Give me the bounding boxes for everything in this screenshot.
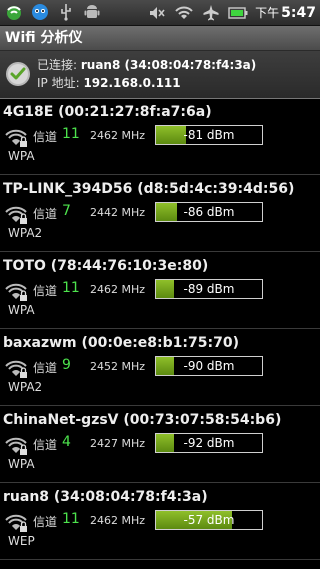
frequency: 2462 MHz [90, 129, 146, 142]
network-item[interactable]: TOTO (78:44:76:10:3e:80) 信道 11 2462 MHz … [0, 252, 320, 329]
signal-strength: -86 dBm [183, 205, 235, 219]
clock-ampm: 下午 [255, 6, 280, 20]
channel-number: 4 [62, 434, 71, 450]
security-type: WPA [8, 149, 35, 163]
security-type: WPA2 [8, 380, 43, 394]
usb-icon [56, 2, 76, 22]
signal-strength: -90 dBm [183, 359, 235, 373]
frequency: 2452 MHz [90, 360, 146, 373]
security-type: WPA2 [8, 226, 43, 240]
wifi-lock-icon [5, 514, 27, 532]
security-type: WPA [8, 457, 35, 471]
channel-number: 11 [62, 126, 80, 142]
channel-label: 信道 [33, 284, 58, 298]
signal-meter: -86 dBm [155, 202, 263, 222]
network-ssid: ruan8 (34:08:04:78:f4:3a) [3, 489, 208, 505]
channel-label: 信道 [33, 361, 58, 375]
android-debug-icon [82, 2, 102, 22]
connected-check-icon [6, 62, 30, 86]
signal-strength: -92 dBm [183, 436, 235, 450]
app-title: Wifi 分析仪 [0, 26, 320, 51]
network-ssid: 4G18E (00:21:27:8f:a7:6a) [3, 104, 212, 120]
wifi-lock-icon [5, 129, 27, 147]
channel-label: 信道 [33, 515, 58, 529]
channel-label: 信道 [33, 207, 58, 221]
wifi-lock-icon [5, 283, 27, 301]
channel-number: 11 [62, 280, 80, 296]
signal-meter: -92 dBm [155, 433, 263, 453]
connection-info: 已连接: ruan8 (34:08:04:78:f4:3a) IP 地址: 19… [0, 51, 320, 99]
channel-number: 11 [62, 511, 80, 527]
security-type: WPA [8, 303, 35, 317]
network-ssid: ChinaNet-gzsV (00:73:07:58:54:b6) [3, 412, 282, 428]
channel-label: 信道 [33, 438, 58, 452]
signal-meter: -57 dBm [155, 510, 263, 530]
wifi-lock-icon [5, 206, 27, 224]
network-list[interactable]: 4G18E (00:21:27:8f:a7:6a) 信道 11 2462 MHz… [0, 98, 320, 560]
network-item[interactable]: TP-LINK_394D56 (d8:5d:4c:39:4d:56) 信道 7 … [0, 175, 320, 252]
status-bar: 下午 5:47 [0, 0, 320, 26]
connected-network: ruan8 (34:08:04:78:f4:3a) [80, 58, 257, 72]
wifi-lock-icon [5, 437, 27, 455]
wifi-app-notification-icon[interactable] [4, 2, 24, 22]
network-ssid: TP-LINK_394D56 (d8:5d:4c:39:4d:56) [3, 181, 295, 197]
network-item[interactable]: ruan8 (34:08:04:78:f4:3a) 信道 11 2462 MHz… [0, 483, 320, 560]
frequency: 2462 MHz [90, 283, 146, 296]
status-clock: 下午 5:47 [255, 4, 316, 21]
signal-meter: -89 dBm [155, 279, 263, 299]
chat-app-notification-icon[interactable] [30, 2, 50, 22]
frequency: 2442 MHz [90, 206, 146, 219]
network-item[interactable]: 4G18E (00:21:27:8f:a7:6a) 信道 11 2462 MHz… [0, 98, 320, 175]
network-item[interactable]: ChinaNet-gzsV (00:73:07:58:54:b6) 信道 4 2… [0, 406, 320, 483]
signal-meter: -90 dBm [155, 356, 263, 376]
battery-icon [228, 3, 248, 23]
mute-icon [147, 3, 167, 23]
ip-label: IP 地址: [37, 76, 84, 90]
wifi-lock-icon [5, 360, 27, 378]
signal-strength: -81 dBm [183, 128, 235, 142]
airplane-mode-icon [201, 3, 221, 23]
network-item[interactable]: baxazwm (00:0e:e8:b1:75:70) 信道 9 2452 MH… [0, 329, 320, 406]
ip-address: 192.168.0.111 [83, 76, 181, 90]
security-type: WEP [8, 534, 35, 548]
frequency: 2462 MHz [90, 514, 146, 527]
channel-number: 7 [62, 203, 71, 219]
clock-time: 5:47 [281, 5, 316, 21]
wifi-signal-icon [174, 3, 194, 23]
network-ssid: baxazwm (00:0e:e8:b1:75:70) [3, 335, 239, 351]
channel-label: 信道 [33, 130, 58, 144]
channel-number: 9 [62, 357, 71, 373]
signal-strength: -89 dBm [183, 282, 235, 296]
connected-label: 已连接: [37, 58, 81, 72]
signal-meter: -81 dBm [155, 125, 263, 145]
signal-strength: -57 dBm [183, 513, 235, 527]
network-ssid: TOTO (78:44:76:10:3e:80) [3, 258, 209, 274]
frequency: 2427 MHz [90, 437, 146, 450]
